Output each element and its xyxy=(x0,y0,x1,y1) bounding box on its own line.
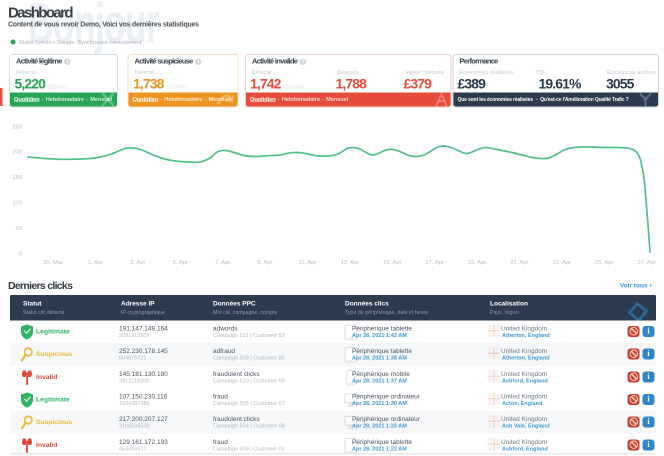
svg-text:1. Apr: 1. Apr xyxy=(88,260,103,265)
svg-text:17. Apr: 17. Apr xyxy=(425,260,443,265)
svg-text:150: 150 xyxy=(12,175,22,181)
svg-text:200: 200 xyxy=(12,150,22,156)
svg-text:13. Apr: 13. Apr xyxy=(341,260,359,265)
svg-text:100: 100 xyxy=(12,201,22,207)
svg-text:3. Apr: 3. Apr xyxy=(130,260,145,265)
svg-text:23. Apr: 23. Apr xyxy=(553,260,571,265)
svg-text:25. Apr: 25. Apr xyxy=(595,260,613,265)
svg-text:5. Apr: 5. Apr xyxy=(173,260,188,265)
svg-text:250: 250 xyxy=(12,124,22,130)
svg-text:50: 50 xyxy=(16,226,22,232)
svg-text:11. Apr: 11. Apr xyxy=(298,260,316,265)
svg-text:0: 0 xyxy=(19,251,22,257)
svg-text:19. Apr: 19. Apr xyxy=(468,260,486,265)
svg-text:15. Apr: 15. Apr xyxy=(383,260,401,265)
svg-text:27. Apr: 27. Apr xyxy=(637,260,655,265)
svg-text:7. Apr: 7. Apr xyxy=(215,260,230,265)
svg-text:9. Apr: 9. Apr xyxy=(257,260,272,265)
svg-text:30. Mar: 30. Mar xyxy=(43,260,63,265)
svg-text:21. Apr: 21. Apr xyxy=(510,260,528,265)
